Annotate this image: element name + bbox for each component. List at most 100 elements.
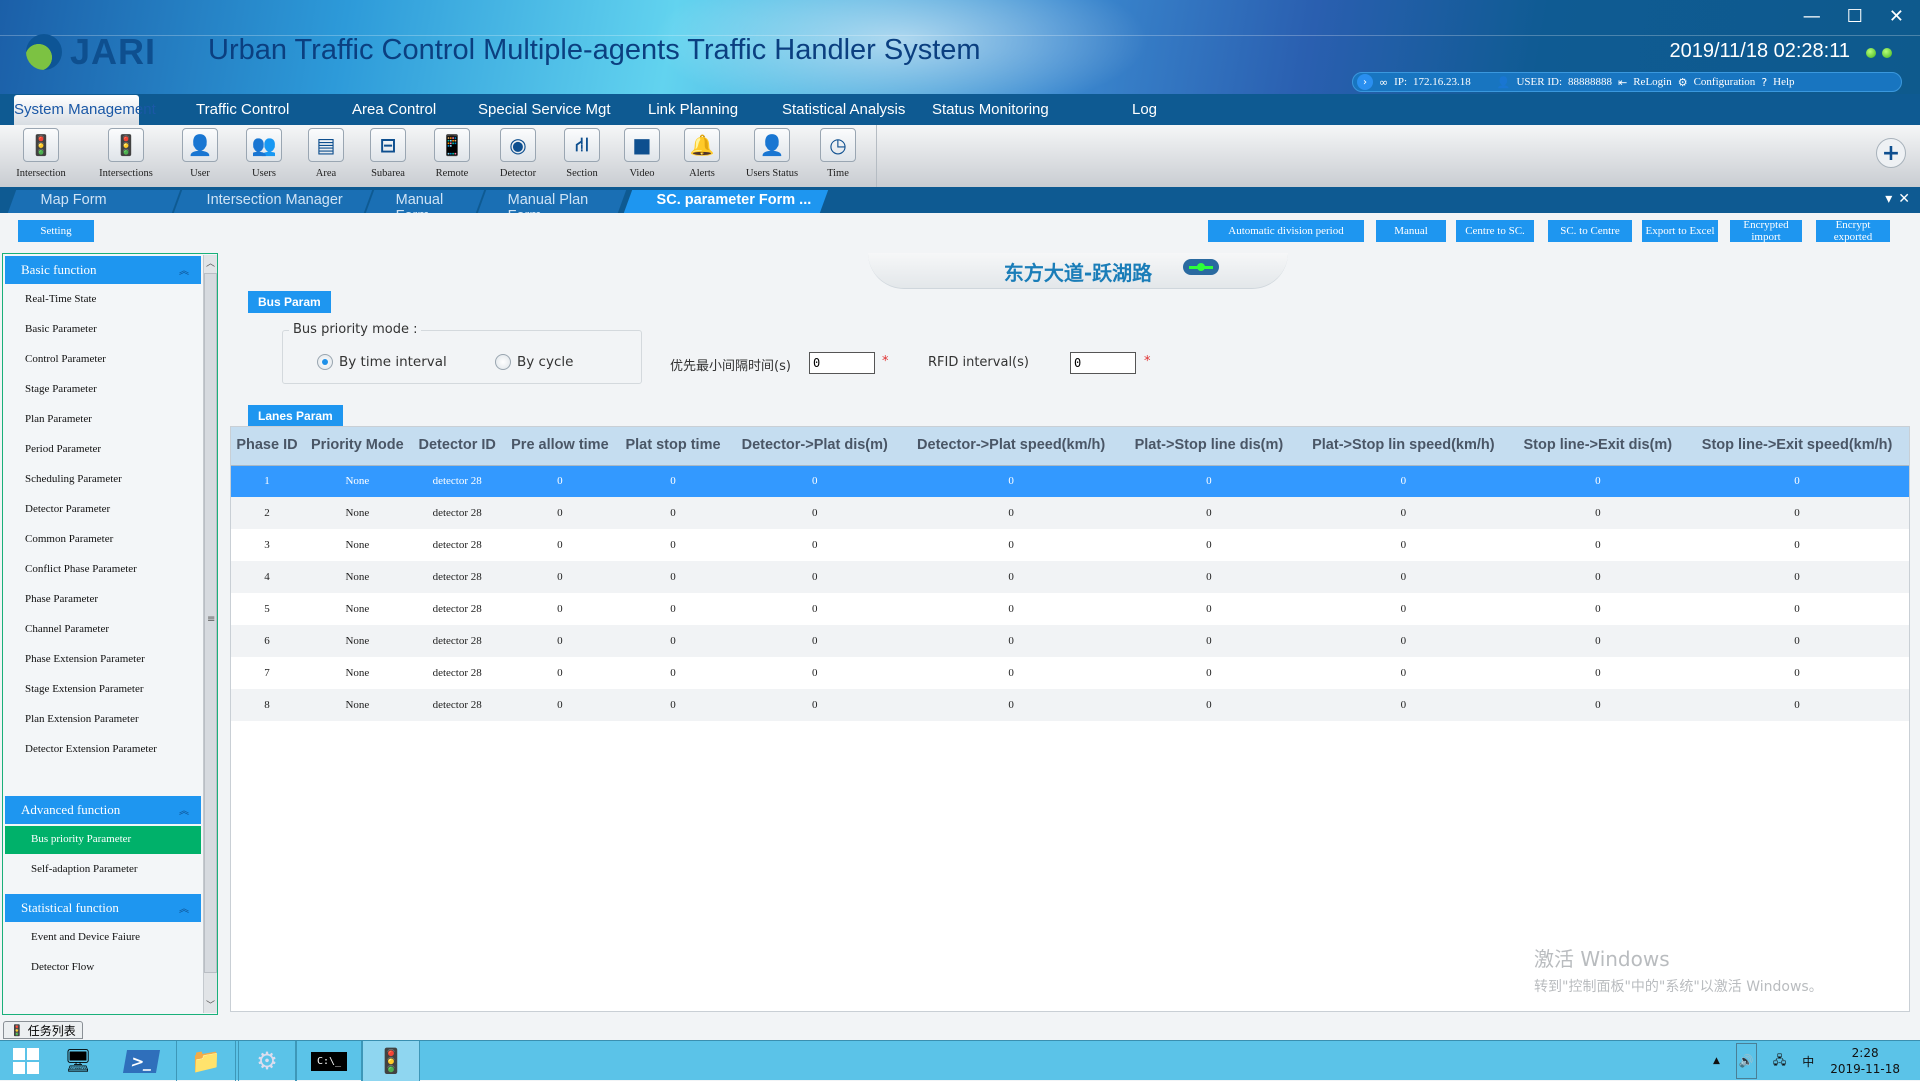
column-header[interactable]: Detector->Plat speed(km/h) [900,427,1122,466]
collapse-icon[interactable]: ︽ [179,802,189,817]
help-link[interactable]: Help [1773,76,1794,88]
table-cell[interactable]: 0 [1296,689,1511,721]
table-cell[interactable]: detector 28 [412,657,503,689]
tab-sc-parameter-form[interactable]: SC. parameter Form ... [623,190,829,213]
cmd-button[interactable]: C:\_ [296,1041,362,1081]
table-cell[interactable]: 4 [231,561,303,593]
table-row[interactable]: 8 None detector 28 0 0 0 0 0 0 0 0 [231,689,1909,721]
sidebar-item-common-parameter[interactable]: Common Parameter [5,526,201,554]
table-cell[interactable]: 0 [1296,497,1511,529]
maximize-button[interactable]: ☐ [1847,6,1863,27]
export-excel-button[interactable]: Export to Excel [1642,220,1718,242]
table-cell[interactable]: 0 [1121,497,1297,529]
file-explorer-button[interactable]: 📁 [176,1041,236,1081]
section-basic-function[interactable]: Basic function ︽ [5,256,201,284]
menu-area-control[interactable]: Area Control [344,101,444,118]
table-cell[interactable]: 0 [901,529,1122,561]
minimize-button[interactable]: — [1803,6,1821,27]
table-cell[interactable]: detector 28 [411,561,503,593]
settings-button[interactable]: ⚙ [238,1041,296,1081]
table-cell[interactable]: 0 [503,593,618,625]
table-cell[interactable]: 2 [231,497,303,529]
table-cell[interactable]: 0 [617,561,729,593]
table-cell[interactable]: 0 [1685,625,1909,657]
column-header[interactable]: Stop line->Exit speed(km/h) [1685,427,1909,466]
table-cell[interactable]: 0 [1296,593,1510,625]
table-row[interactable]: 1 None detector 28 0 0 0 0 0 0 0 0 [231,465,1909,497]
table-cell[interactable]: 0 [729,529,901,561]
table-cell[interactable]: 0 [503,529,618,561]
table-cell[interactable]: 0 [1296,561,1511,593]
configuration-link[interactable]: Configuration [1694,76,1756,88]
menu-statistical-analysis[interactable]: Statistical Analysis [774,101,913,118]
tab-manual-plan-form[interactable]: Manual Plan Form [477,190,627,224]
column-header[interactable]: Pre allow time [502,427,618,466]
column-header[interactable]: Detector ID [411,427,503,466]
table-cell[interactable]: detector 28 [411,465,503,497]
table-cell[interactable]: 0 [1121,465,1297,497]
centre-to-sc-button[interactable]: Centre to SC. [1456,220,1534,242]
table-cell[interactable]: 7 [231,657,303,689]
sidebar-item-phase-extension-parameter[interactable]: Phase Extension Parameter [5,646,201,674]
tab-map-form[interactable]: Map Form [7,190,181,213]
table-cell[interactable]: 0 [900,497,1122,529]
table-cell[interactable]: 0 [1511,657,1686,689]
table-cell[interactable]: 5 [231,593,303,625]
table-cell[interactable]: None [303,529,412,561]
table-cell[interactable]: 0 [900,625,1122,657]
sidebar-item-detector-parameter[interactable]: Detector Parameter [5,496,201,524]
menu-log[interactable]: Log [1124,101,1165,118]
sidebar-item-real-time-state[interactable]: Real-Time State [5,286,201,314]
table-cell[interactable]: None [302,689,412,721]
radio-by-time-interval[interactable]: By time interval [317,354,447,370]
table-cell[interactable]: 0 [502,465,618,497]
tool-time[interactable]: ◷ Time [818,128,858,179]
table-row[interactable]: 4 None detector 28 0 0 0 0 0 0 0 0 [231,561,1909,593]
table-cell[interactable]: 0 [1685,497,1909,529]
tool-remote[interactable]: 📱 Remote [432,128,472,179]
table-cell[interactable]: 0 [729,593,901,625]
table-cell[interactable]: 0 [502,497,618,529]
sidebar-item-stage-extension-parameter[interactable]: Stage Extension Parameter [5,676,201,704]
sidebar-item-basic-parameter[interactable]: Basic Parameter [5,316,201,344]
tool-video[interactable]: ■ Video [622,128,662,179]
sc-to-centre-button[interactable]: SC. to Centre [1548,220,1632,242]
scroll-down-icon[interactable]: ﹀ [206,998,215,1011]
sidebar-item-control-parameter[interactable]: Control Parameter [5,346,201,374]
network-icon[interactable]: 🖧 [1773,1051,1786,1072]
table-cell[interactable]: 0 [1685,561,1909,593]
table-cell[interactable]: 0 [1121,561,1297,593]
sidebar-item-plan-extension-parameter[interactable]: Plan Extension Parameter [5,706,201,734]
table-row[interactable]: 5 None detector 28 0 0 0 0 0 0 0 0 [231,593,1909,625]
table-cell[interactable]: 0 [1511,529,1686,561]
column-header[interactable]: Priority Mode [302,427,412,466]
table-cell[interactable]: 0 [1122,593,1297,625]
table-cell[interactable]: 0 [901,593,1122,625]
table-cell[interactable]: 0 [617,497,729,529]
column-header[interactable]: Detector->Plat dis(m) [728,427,901,466]
table-cell[interactable]: None [302,465,412,497]
scrollbar-thumb[interactable]: ≡ [204,273,217,973]
column-header[interactable]: Plat stop time [617,427,729,466]
table-cell[interactable]: detector 28 [411,497,503,529]
table-cell[interactable]: 0 [617,593,729,625]
task-list-tab[interactable]: 🚦 任务列表 [3,1021,83,1039]
encrypted-import-button[interactable]: Encrypted import [1730,219,1802,243]
menu-system-management[interactable]: System Management [14,95,156,125]
menu-link-planning[interactable]: Link Planning [640,101,746,118]
tool-users-status[interactable]: 👤 Users Status [736,128,808,179]
tool-area[interactable]: ▤ Area [306,128,346,179]
traffic-app-button[interactable]: 🚦 [362,1041,420,1081]
rfid-interval-input[interactable] [1070,352,1136,374]
table-cell[interactable]: 8 [231,689,303,721]
table-cell[interactable]: 0 [617,529,729,561]
tool-detector[interactable]: ◉ Detector [494,128,542,179]
table-cell[interactable]: 0 [1121,625,1297,657]
menu-traffic-control[interactable]: Traffic Control [188,101,297,118]
table-cell[interactable]: 0 [503,657,618,689]
sidebar-item-scheduling-parameter[interactable]: Scheduling Parameter [5,466,201,494]
table-cell[interactable]: detector 28 [412,529,503,561]
table-cell[interactable]: 0 [900,561,1122,593]
tray-clock[interactable]: 2:28 2019-11-18 [1830,1045,1900,1077]
tool-alerts[interactable]: 🔔 Alerts [682,128,722,179]
